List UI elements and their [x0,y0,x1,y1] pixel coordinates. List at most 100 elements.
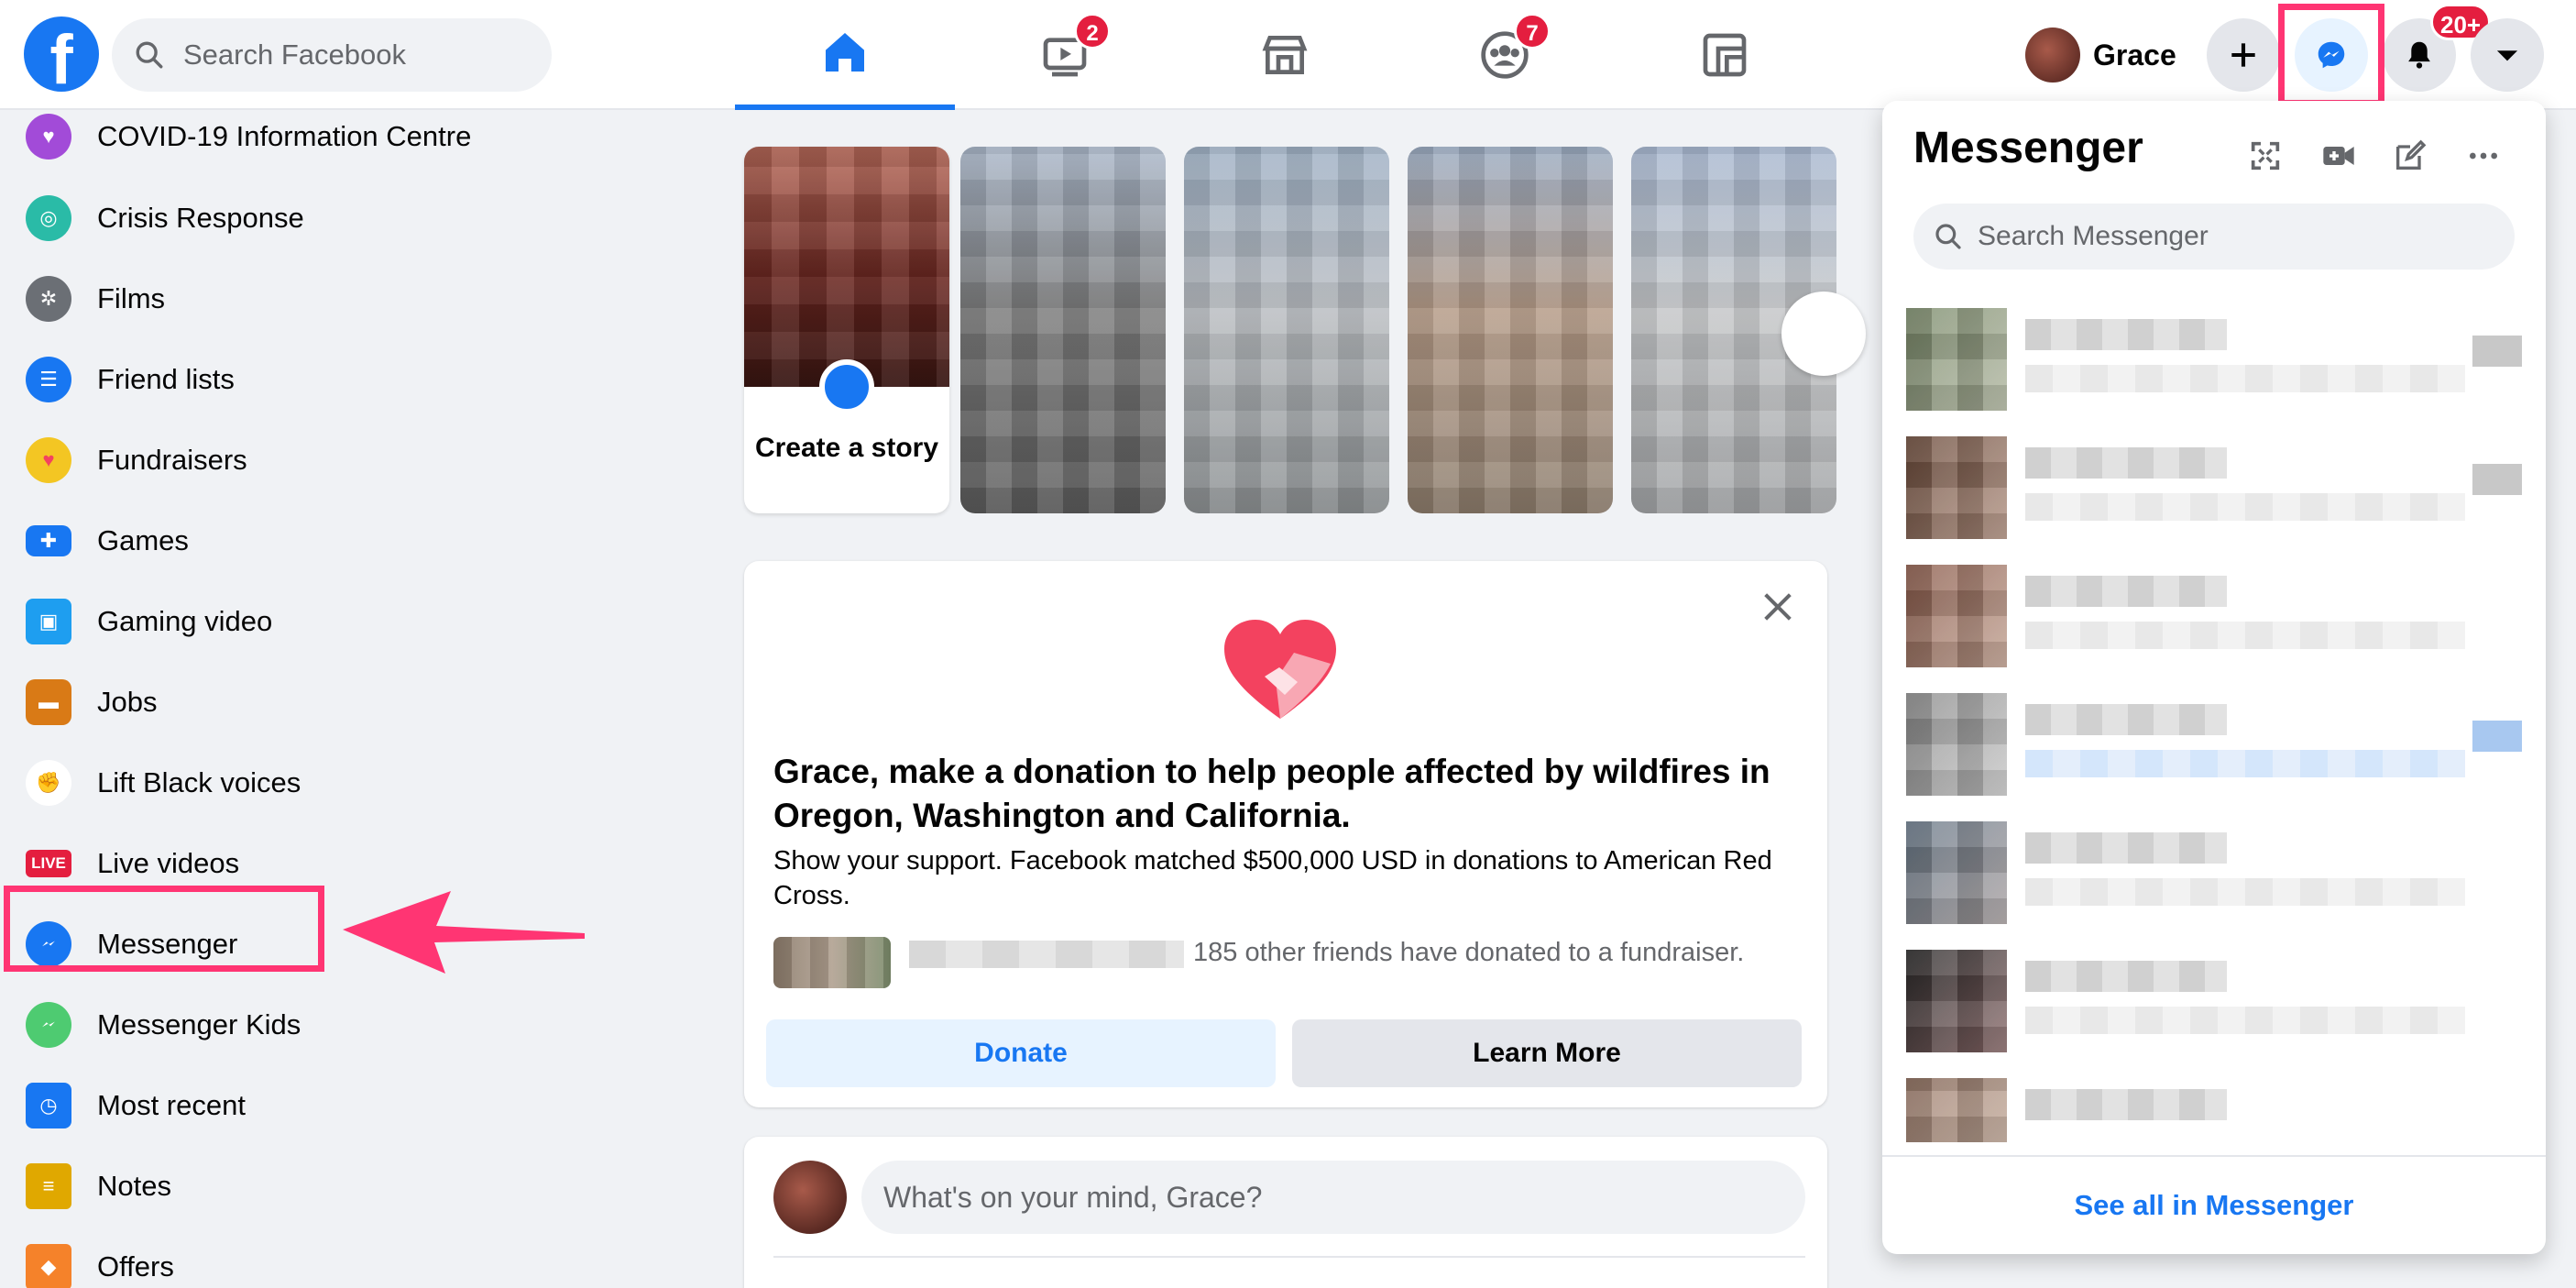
profile-chip[interactable]: Grace [2025,20,2176,90]
sidebar-item-label: Films [97,282,166,314]
whats-on-your-mind-input[interactable]: What's on your mind, Grace? [861,1161,1805,1234]
story-card[interactable] [1408,147,1613,513]
learn-more-button[interactable]: Learn More [1292,1019,1802,1087]
notifications-button[interactable]: 20+ [2383,4,2492,92]
left-sidebar: ♥ COVID-19 Information Centre ◎ Crisis R… [0,110,696,1288]
new-room-button[interactable] [2317,134,2361,178]
sidebar-item-gaming-video[interactable]: ▣ Gaming video [26,589,272,654]
conversation-item[interactable] [1906,1078,2522,1142]
create-story-card[interactable]: Create a story [744,147,949,513]
expand-button[interactable] [2243,134,2287,178]
conversation-snippet [2025,622,2465,649]
tab-marketplace[interactable] [1175,0,1395,110]
story-card[interactable] [960,147,1166,513]
home-icon [826,33,864,72]
new-message-button[interactable] [2388,134,2432,178]
avatar [1906,693,2007,796]
top-navigation-bar: f Search Facebook 2 7 Grace 20+ [0,0,2576,110]
video-camera-plus-icon [2323,147,2354,165]
avatar [1906,436,2007,539]
groups-badge: 7 [1514,13,1551,50]
sidebar-item-friend-lists[interactable]: ☰ Friend lists [26,347,235,412]
donate-button[interactable]: Donate [766,1019,1276,1087]
marketplace-icon [1262,36,1308,75]
more-options-icon [2470,152,2497,160]
heart-icon: ♥ [26,437,71,483]
conversation-meta [2472,464,2522,495]
sidebar-item-films[interactable]: ✲ Films [26,267,165,331]
search-messenger-input[interactable]: Search Messenger [1913,204,2515,270]
tab-home[interactable] [735,0,955,110]
create-button[interactable] [2207,18,2280,92]
avatar [2025,28,2080,83]
stories-next-button[interactable] [1781,292,1866,376]
avatar [1906,1078,2007,1142]
bell-icon [2408,41,2430,69]
avatar [1906,950,2007,1052]
gaming-icon [1703,33,1747,77]
close-icon[interactable] [1759,589,1796,625]
tab-groups[interactable]: 7 [1395,0,1615,110]
conversation-name [2025,319,2227,350]
sidebar-item-jobs[interactable]: ▬ Jobs [26,670,157,734]
messenger-options-button[interactable] [2461,134,2505,178]
sidebar-item-fundraisers[interactable]: ♥ Fundraisers [26,428,247,492]
fundraiser-card: Grace, make a donation to help people af… [744,561,1827,1107]
messenger-dropdown: Messenger Search Messenger See all in Me… [1882,101,2546,1254]
conversation-item[interactable] [1906,693,2522,796]
search-placeholder: Search Facebook [183,39,406,71]
search-messenger-placeholder: Search Messenger [1978,221,2209,251]
sidebar-item-most-recent[interactable]: ◷ Most recent [26,1073,246,1138]
messenger-kids-icon [26,1002,71,1048]
facebook-logo[interactable]: f [24,17,99,92]
sidebar-item-label: Offers [97,1250,174,1282]
conversation-item[interactable] [1906,821,2522,924]
sidebar-item-label: Fundraisers [97,444,247,476]
gaming-video-icon: ▣ [26,599,71,644]
story-card[interactable] [1184,147,1389,513]
conversation-snippet [2025,493,2465,521]
fundraiser-title: Grace, make a donation to help people af… [773,753,1770,834]
conversation-item[interactable] [1906,565,2522,667]
create-story-label: Create a story [754,433,939,463]
conversation-snippet [2025,1007,2465,1034]
donation-heart-icon [1224,620,1336,719]
sidebar-item-covid[interactable]: ♥ COVID-19 Information Centre [26,105,471,169]
stories-row: Create a story [744,147,1836,539]
friend-lists-icon: ☰ [26,357,71,402]
conversation-item[interactable] [1906,436,2522,539]
plus-icon [2231,43,2255,67]
add-story-icon [819,359,874,414]
conversation-item[interactable] [1906,308,2522,411]
conversation-snippet [2025,365,2465,392]
avatar [773,1161,847,1234]
conversation-name [2025,447,2227,479]
avatar [1906,821,2007,924]
compose-icon [2396,139,2427,170]
crisis-response-icon: ◎ [26,195,71,241]
avatar [1906,565,2007,667]
sidebar-item-label: Messenger Kids [97,1008,301,1040]
sidebar-item-games[interactable]: ✚ Games [26,509,189,573]
most-recent-icon: ◷ [26,1083,71,1128]
sidebar-item-messenger-kids[interactable]: Messenger Kids [26,993,301,1057]
sidebar-item-crisis-response[interactable]: ◎ Crisis Response [26,186,304,250]
briefcase-icon: ▬ [26,679,71,725]
tab-gaming[interactable] [1615,0,1835,110]
tab-watch[interactable]: 2 [955,0,1175,110]
film-reel-icon: ✲ [26,276,71,322]
conversation-meta [2472,336,2522,367]
sidebar-item-offers[interactable]: ◆ Offers [26,1235,174,1288]
see-all-in-messenger-link[interactable]: See all in Messenger [1882,1155,2546,1254]
search-icon [1935,224,1961,249]
offers-icon: ◆ [26,1244,71,1288]
conversation-item[interactable] [1906,950,2522,1052]
notes-icon: ≡ [26,1163,71,1209]
sidebar-item-notes[interactable]: ≡ Notes [26,1154,171,1218]
sidebar-item-lift-black-voices[interactable]: ✊ Lift Black voices [26,751,301,815]
search-facebook-input[interactable]: Search Facebook [112,18,552,92]
sidebar-item-label: Most recent [97,1089,246,1121]
account-menu-button[interactable] [2471,18,2544,92]
sidebar-item-label: Friend lists [97,363,235,395]
messenger-button-highlight [2278,4,2384,106]
